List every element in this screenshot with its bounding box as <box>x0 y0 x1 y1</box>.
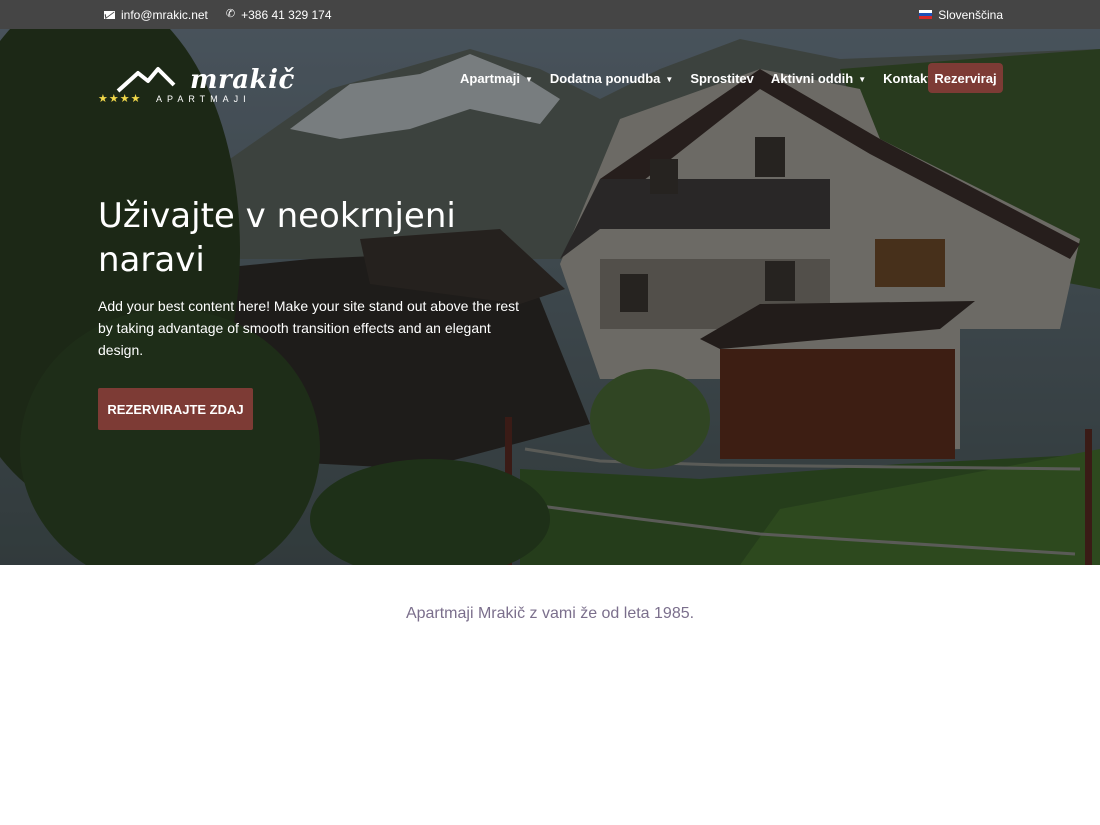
email-link[interactable]: info@mrakic.net <box>104 8 208 22</box>
language-label[interactable]: Slovenščina <box>938 8 1003 22</box>
envelope-icon <box>104 10 115 19</box>
contact-info: info@mrakic.net ✆ +386 41 329 174 <box>104 0 350 29</box>
phone-link[interactable]: ✆ +386 41 329 174 <box>226 8 332 22</box>
nav-item-kontakt[interactable]: Kontakt <box>883 71 931 86</box>
logo-name: mrakič <box>190 65 295 95</box>
chevron-down-icon: ▼ <box>524 75 533 84</box>
rating-stars: ★★★★ <box>98 93 142 105</box>
nav-item-label: Apartmaji <box>460 70 520 86</box>
nav-item-label: Aktivni oddih <box>770 70 854 86</box>
hero-section: mrakič ★★★★ APARTMAJI Apartmaji ▼ Dodatn… <box>0 29 1100 565</box>
site-logo[interactable]: mrakič ★★★★ APARTMAJI <box>98 65 298 107</box>
hero-text: Add your best content here! Make your si… <box>98 298 520 358</box>
nav-item-label: Dodatna ponudba <box>549 70 661 86</box>
nav-item-aktivni-oddih[interactable]: Aktivni oddih ▼ <box>771 71 866 86</box>
email-text[interactable]: info@mrakic.net <box>121 8 208 22</box>
chevron-down-icon: ▼ <box>665 75 674 84</box>
nav-item-dodatna-ponudba[interactable]: Dodatna ponudba ▼ <box>550 71 673 86</box>
slovenia-flag-icon <box>919 10 933 19</box>
reserve-button[interactable]: Rezerviraj <box>928 63 1003 93</box>
intro-tagline: Apartmaji Mrakič z vami že od leta 1985. <box>405 605 695 622</box>
nav-item-label: Kontakt <box>883 70 932 86</box>
hero-headline: Uživajte v neokrnjeni naravi <box>98 196 456 280</box>
language-switcher[interactable]: Slovenščina <box>919 0 1003 29</box>
nav-item-apartmaji[interactable]: Apartmaji ▼ <box>460 71 533 86</box>
chevron-down-icon: ▼ <box>858 75 867 84</box>
nav-item-label: Sprostitev <box>690 70 754 86</box>
nav-item-sprostitev[interactable]: Sprostitev <box>690 71 754 86</box>
phone-icon: ✆ <box>225 8 236 20</box>
book-now-button[interactable]: REZERVIRAJTE ZDAJ <box>98 388 253 430</box>
main-navigation: Apartmaji ▼ Dodatna ponudba ▼ Sprostitev… <box>460 63 949 93</box>
top-bar: info@mrakic.net ✆ +386 41 329 174 Sloven… <box>0 0 1100 29</box>
phone-text[interactable]: +386 41 329 174 <box>241 8 331 22</box>
logo-subtitle: APARTMAJI <box>156 94 251 104</box>
